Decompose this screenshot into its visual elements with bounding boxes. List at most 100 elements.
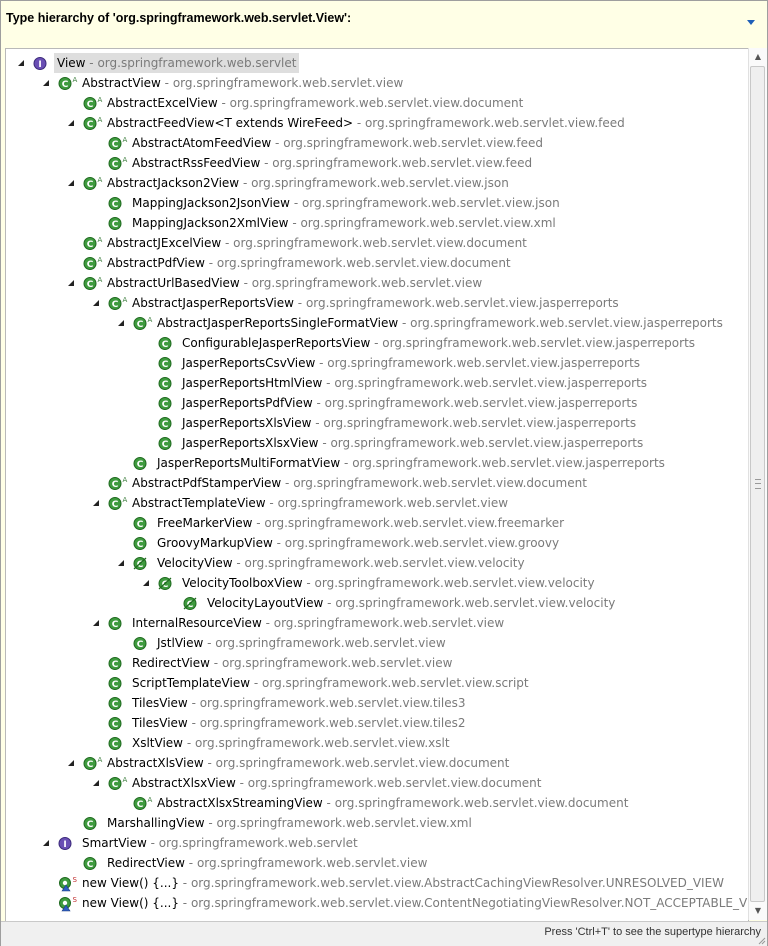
tree-row[interactable]: C ConfigurableJasperReportsView - org.spr… [6, 333, 748, 353]
tree-row[interactable]: C A AbstractPdfStamperView - org.springfra… [6, 473, 748, 493]
tree-row-label[interactable]: MappingJackson2JsonView - org.springfram… [129, 193, 563, 213]
tree-row-label[interactable]: AbstractXlsxView - org.springframework.w… [129, 773, 544, 793]
tree-row-label[interactable]: RedirectView - org.springframework.web.s… [104, 853, 430, 873]
tree-row[interactable]: C MarshallingView - org.springframework.w… [6, 813, 748, 833]
tree-row[interactable]: C A AbstractJasperReportsView - org.spring… [6, 293, 748, 313]
tree-row[interactable]: I View - org.springframework.web.servlet [6, 53, 748, 73]
tree-row[interactable]: Snew View() {...} - org.springframework.… [6, 893, 748, 913]
tree-row[interactable]: C JasperReportsMultiFormatView - org.spri… [6, 453, 748, 473]
scrollbar-thumb[interactable] [750, 66, 765, 902]
tree-row[interactable]: I SmartView - org.springframework.web.ser… [6, 833, 748, 853]
tree-row-label[interactable]: RedirectView - org.springframework.web.s… [129, 653, 455, 673]
tree-row[interactable]: C A AbstractJackson2View - org.springframe… [6, 173, 748, 193]
tree-row[interactable]: C TilesView - org.springframework.web.ser… [6, 693, 748, 713]
expand-toggle-icon[interactable] [39, 833, 53, 853]
tree-row[interactable]: C FreeMarkerView - org.springframework.we… [6, 513, 748, 533]
tree-row-label[interactable]: AbstractFeedView<T extends WireFeed> - o… [104, 113, 628, 133]
tree-row[interactable]: C MappingJackson2XmlView - org.springfram… [6, 213, 748, 233]
tree-row-label[interactable]: VelocityView - org.springframework.web.s… [154, 553, 528, 573]
view-menu-chevron-icon[interactable] [745, 13, 757, 25]
tree-row-label[interactable]: AbstractExcelView - org.springframework.… [104, 93, 526, 113]
tree-row[interactable]: C JasperReportsXlsxView - org.springframe… [6, 433, 748, 453]
expand-toggle-icon[interactable] [139, 573, 153, 593]
tree-row-label[interactable]: JasperReportsPdfView - org.springframewo… [179, 393, 640, 413]
resize-grip-icon[interactable] [756, 935, 766, 945]
tree-row[interactable]: C A AbstractUrlBasedView - org.springframe… [6, 273, 748, 293]
tree-row[interactable]: C JasperReportsXlsView - org.springframew… [6, 413, 748, 433]
tree-row[interactable]: C A AbstractAtomFeedView - org.springframe… [6, 133, 748, 153]
expand-toggle-icon[interactable] [64, 753, 78, 773]
tree-row[interactable]: C JstlView - org.springframework.web.serv… [6, 633, 748, 653]
tree-row[interactable]: C A AbstractXlsxView - org.springframework… [6, 773, 748, 793]
scroll-up-arrow-icon[interactable]: ▲ [749, 48, 767, 66]
tree-row[interactable]: C JasperReportsCsvView - org.springframew… [6, 353, 748, 373]
tree-row-label[interactable]: InternalResourceView - org.springframewo… [129, 613, 507, 633]
tree-row[interactable]: C VelocityLayoutView - org.springframewor… [6, 593, 748, 613]
tree-row-label[interactable]: TilesView - org.springframework.web.serv… [129, 713, 469, 733]
tree-row[interactable]: C MappingJackson2JsonView - org.springfra… [6, 193, 748, 213]
tree-row-label[interactable]: JasperReportsMultiFormatView - org.sprin… [154, 453, 668, 473]
tree-row[interactable]: C A AbstractExcelView - org.springframewor… [6, 93, 748, 113]
tree-row[interactable]: C A AbstractXlsView - org.springframework.… [6, 753, 748, 773]
tree-row-label[interactable]: AbstractRssFeedView - org.springframewor… [129, 153, 535, 173]
expand-toggle-icon[interactable] [114, 313, 128, 333]
tree-row-label[interactable]: AbstractJasperReportsSingleFormatView - … [154, 313, 726, 333]
tree-row[interactable]: C A AbstractRssFeedView - org.springframew… [6, 153, 748, 173]
tree-row-label[interactable]: XsltView - org.springframework.web.servl… [129, 733, 453, 753]
tree-row-label[interactable]: AbstractJackson2View - org.springframewo… [104, 173, 512, 193]
tree-row-label[interactable]: AbstractXlsxStreamingView - org.springfr… [154, 793, 631, 813]
tree-row[interactable]: C RedirectView - org.springframework.web.… [6, 653, 748, 673]
expand-toggle-icon[interactable] [64, 173, 78, 193]
tree-row-label[interactable]: JstlView - org.springframework.web.servl… [154, 633, 449, 653]
tree-row[interactable]: C A AbstractTemplateView - org.springframe… [6, 493, 748, 513]
tree-row-label[interactable]: FreeMarkerView - org.springframework.web… [154, 513, 567, 533]
hierarchy-tree[interactable]: I View - org.springframework.web.servlet C… [5, 48, 749, 922]
tree-row-label[interactable]: AbstractTemplateView - org.springframewo… [129, 493, 511, 513]
tree-row-label[interactable]: MarshallingView - org.springframework.we… [104, 813, 475, 833]
tree-row-label[interactable]: new View() {...} - org.springframework.w… [79, 873, 727, 893]
tree-row-label[interactable]: GroovyMarkupView - org.springframework.w… [154, 533, 562, 553]
tree-row-label[interactable]: View - org.springframework.web.servlet [54, 53, 300, 73]
expand-toggle-icon[interactable] [89, 293, 103, 313]
tree-row[interactable]: C A AbstractFeedView<T extends WireFeed> -… [6, 113, 748, 133]
tree-row[interactable]: C VelocityView - org.springframework.web.… [6, 553, 748, 573]
tree-row-label[interactable]: new View() {...} - org.springframework.w… [79, 893, 748, 913]
tree-row[interactable]: C A AbstractXlsxStreamingView - org.spring… [6, 793, 748, 813]
tree-row-label[interactable]: AbstractUrlBasedView - org.springframewo… [104, 273, 485, 293]
tree-row-label[interactable]: AbstractPdfStamperView - org.springframe… [129, 473, 590, 493]
tree-row[interactable]: C InternalResourceView - org.springframew… [6, 613, 748, 633]
tree-row-label[interactable]: JasperReportsXlsxView - org.springframew… [179, 433, 646, 453]
scroll-down-arrow-icon[interactable]: ▼ [749, 902, 767, 920]
tree-row-label[interactable]: JasperReportsHtmlView - org.springframew… [179, 373, 650, 393]
tree-row[interactable]: C A AbstractView - org.springframework.web… [6, 73, 748, 93]
expand-toggle-icon[interactable] [39, 73, 53, 93]
tree-row[interactable]: C TilesView - org.springframework.web.ser… [6, 713, 748, 733]
tree-row[interactable]: C VelocityToolboxView - org.springframewo… [6, 573, 748, 593]
tree-row-label[interactable]: AbstractPdfView - org.springframework.we… [104, 253, 514, 273]
tree-row-label[interactable]: AbstractJasperReportsView - org.springfr… [129, 293, 622, 313]
tree-row[interactable]: C A AbstractJExcelView - org.springframewo… [6, 233, 748, 253]
tree-row-label[interactable]: AbstractXlsView - org.springframework.we… [104, 753, 512, 773]
tree-row[interactable]: C XsltView - org.springframework.web.serv… [6, 733, 748, 753]
tree-row-label[interactable]: JasperReportsCsvView - org.springframewo… [179, 353, 643, 373]
tree-row-label[interactable]: MappingJackson2XmlView - org.springframe… [129, 213, 559, 233]
expand-toggle-icon[interactable] [89, 493, 103, 513]
tree-row-label[interactable]: ScriptTemplateView - org.springframework… [129, 673, 532, 693]
tree-row-label[interactable]: AbstractJExcelView - org.springframework… [104, 233, 530, 253]
tree-row-label[interactable]: VelocityLayoutView - org.springframework… [204, 593, 618, 613]
tree-row[interactable]: Snew View() {...} - org.springframework.… [6, 873, 748, 893]
tree-row-label[interactable]: VelocityToolboxView - org.springframewor… [179, 573, 598, 593]
tree-row-label[interactable]: TilesView - org.springframework.web.serv… [129, 693, 469, 713]
tree-row[interactable]: C JasperReportsHtmlView - org.springframe… [6, 373, 748, 393]
tree-row[interactable]: C JasperReportsPdfView - org.springframew… [6, 393, 748, 413]
expand-toggle-icon[interactable] [64, 113, 78, 133]
tree-row-label[interactable]: AbstractView - org.springframework.web.s… [79, 73, 406, 93]
expand-toggle-icon[interactable] [14, 53, 28, 73]
tree-row-label[interactable]: JasperReportsXlsView - org.springframewo… [179, 413, 639, 433]
tree-row[interactable]: C RedirectView - org.springframework.web.… [6, 853, 748, 873]
tree-row[interactable]: C A AbstractPdfView - org.springframework.… [6, 253, 748, 273]
tree-row-label[interactable]: ConfigurableJasperReportsView - org.spri… [179, 333, 698, 353]
tree-row[interactable]: C GroovyMarkupView - org.springframework.… [6, 533, 748, 553]
expand-toggle-icon[interactable] [89, 613, 103, 633]
expand-toggle-icon[interactable] [114, 553, 128, 573]
